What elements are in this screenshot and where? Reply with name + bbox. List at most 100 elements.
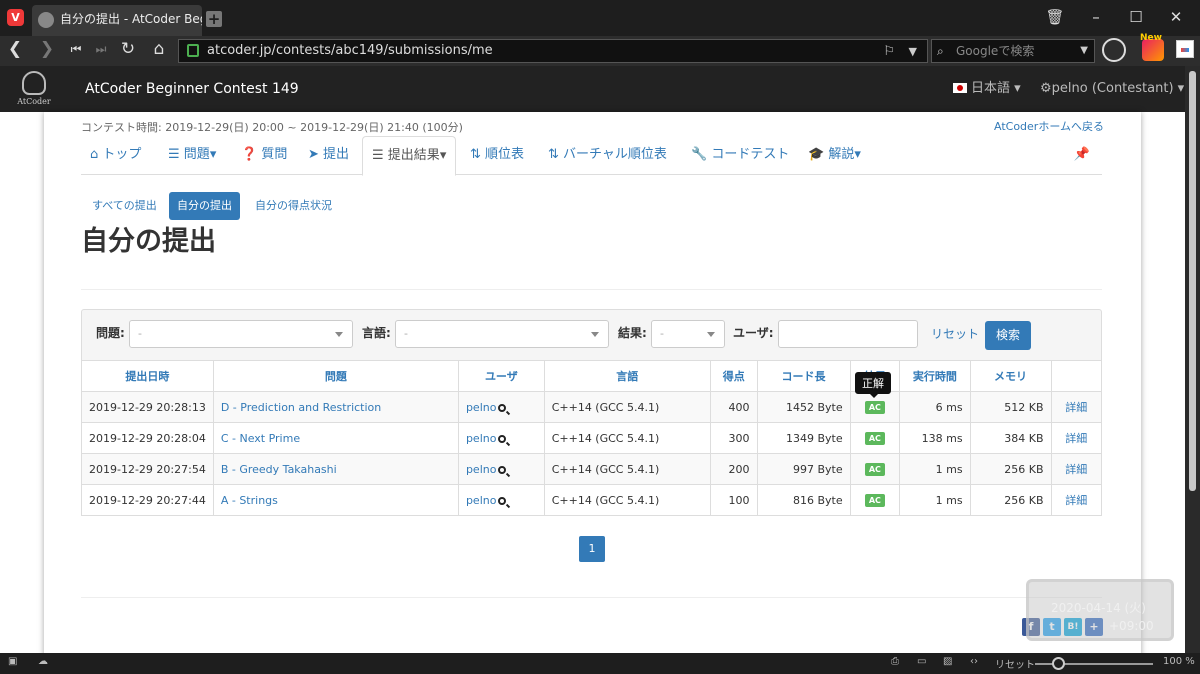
divider: [81, 597, 1102, 598]
rewind-button[interactable]: ⏮: [65, 42, 87, 57]
problem-link[interactable]: B - Greedy Takahashi: [221, 463, 337, 476]
cell-score: 100: [709, 484, 758, 516]
cell-language: C++14 (GCC 5.4.1): [543, 391, 711, 423]
cloud-sync-icon[interactable]: ☁: [38, 656, 48, 667]
user-link[interactable]: pelno: [466, 463, 497, 476]
extension-icon[interactable]: New: [1140, 33, 1164, 61]
col-code-length[interactable]: コード長: [756, 360, 851, 392]
problem-filter-select[interactable]: -: [129, 320, 353, 348]
minimize-button[interactable]: –: [1086, 8, 1106, 26]
detail-link[interactable]: 詳細: [1065, 494, 1087, 507]
zoom-reset-label[interactable]: リセット: [995, 656, 1035, 671]
tab-top[interactable]: ⌂ トップ: [90, 136, 141, 175]
camera-icon[interactable]: ⎙: [891, 656, 899, 667]
select-placeholder: -: [404, 327, 408, 340]
pagination-page-1[interactable]: 1: [579, 536, 605, 562]
url-field[interactable]: atcoder.jp/contests/abc149/submissions/m…: [178, 39, 928, 63]
col-submit-time[interactable]: 提出日時: [81, 360, 214, 392]
cell-language: C++14 (GCC 5.4.1): [543, 453, 711, 485]
pill-all-submissions[interactable]: すべての提出: [84, 192, 165, 220]
tab-standings[interactable]: ⇅ 順位表: [470, 136, 524, 175]
tab-virtual-standings[interactable]: ⇅ バーチャル順位表: [548, 136, 667, 175]
panel-toggle-icon[interactable]: ▣: [8, 656, 17, 667]
table-row: 2019-12-29 20:28:04 C - Next Prime pelno C+…: [81, 422, 1102, 454]
status-badge: AC: [864, 432, 885, 445]
image-icon[interactable]: ▨: [943, 656, 952, 667]
atcoder-home-link[interactable]: AtCoderホームへ戻る: [994, 118, 1104, 134]
cell-submit-time: 2019-12-29 20:28:13: [81, 391, 214, 423]
extension-flag-icon[interactable]: [1176, 40, 1194, 58]
user-menu[interactable]: ⚙pelno (Contestant) ▾: [1040, 66, 1184, 112]
new-tab-button[interactable]: +: [206, 11, 222, 27]
cell-code-length: 1452 Byte: [756, 391, 851, 423]
user-link[interactable]: pelno: [466, 432, 497, 445]
search-engine-field[interactable]: ⌕ Googleで検索 ▼: [931, 39, 1095, 63]
bookmark-icon[interactable]: ⚐: [883, 41, 895, 63]
pill-my-score[interactable]: 自分の得点状況: [247, 192, 340, 220]
tab-editorial[interactable]: 🎓 解説▾: [808, 136, 861, 175]
tab-tasks[interactable]: ☰ 問題▾: [168, 136, 216, 175]
col-exec-time[interactable]: 実行時間: [899, 360, 971, 392]
user-link[interactable]: pelno: [466, 494, 497, 507]
cell-language: C++14 (GCC 5.4.1): [543, 484, 711, 516]
maximize-button[interactable]: ☐: [1126, 8, 1146, 26]
page-scrollbar[interactable]: [1185, 66, 1200, 653]
cell-code-length: 1349 Byte: [756, 422, 851, 454]
fast-forward-button[interactable]: ⏭: [90, 42, 112, 57]
search-icon[interactable]: [498, 434, 507, 443]
caret-down-icon: ▾: [1014, 81, 1021, 96]
result-filter-label: 結果:: [618, 326, 647, 340]
zoom-slider[interactable]: [1035, 657, 1153, 670]
problem-link[interactable]: C - Next Prime: [221, 432, 300, 445]
pin-icon[interactable]: 📌: [1074, 136, 1090, 174]
close-window-button[interactable]: ✕: [1166, 8, 1186, 26]
tab-custom-test[interactable]: 🔧 コードテスト: [691, 136, 789, 175]
tile-icon[interactable]: ▭: [917, 656, 926, 667]
col-memory[interactable]: メモリ: [969, 360, 1052, 392]
language-menu[interactable]: 日本語 ▾: [953, 66, 1021, 112]
result-tooltip: 正解: [855, 372, 891, 398]
reload-button[interactable]: ↻: [117, 39, 139, 59]
url-dropdown-icon[interactable]: ▼: [909, 41, 917, 63]
overlay-timezone: +09:00: [1109, 619, 1154, 633]
cell-detail: 詳細: [1050, 453, 1102, 485]
reset-link[interactable]: リセット: [931, 325, 979, 342]
zoom-slider-knob[interactable]: [1052, 657, 1065, 670]
user-filter-input[interactable]: [778, 320, 918, 348]
browser-tab[interactable]: 自分の提出 - AtCoder Beginner Contest 149: [32, 5, 202, 36]
home-button[interactable]: ⌂: [148, 39, 170, 59]
col-score[interactable]: 得点: [709, 360, 758, 392]
search-icon[interactable]: [498, 403, 507, 412]
tab-submit[interactable]: ➤ 提出: [308, 136, 349, 175]
search-button[interactable]: 検索: [985, 321, 1032, 350]
search-icon[interactable]: [498, 465, 507, 474]
search-icon[interactable]: [498, 496, 507, 505]
code-icon[interactable]: ‹›: [970, 656, 978, 667]
profile-avatar-icon[interactable]: [1102, 38, 1126, 62]
forward-button[interactable]: ❯: [36, 39, 58, 59]
japan-flag-icon: [953, 82, 967, 93]
result-filter-select[interactable]: -: [651, 320, 725, 348]
problem-link[interactable]: D - Prediction and Restriction: [221, 401, 381, 414]
atcoder-logo[interactable]: AtCoder: [14, 69, 54, 109]
tab-clarifications[interactable]: ❓ 質問: [241, 136, 287, 175]
language-filter-label: 言語:: [362, 326, 391, 340]
tab-label: 提出結果: [387, 148, 440, 163]
user-link[interactable]: pelno: [466, 401, 497, 414]
detail-link[interactable]: 詳細: [1065, 432, 1087, 445]
logo-text: AtCoder: [17, 97, 51, 106]
problem-link[interactable]: A - Strings: [221, 494, 278, 507]
language-filter-select[interactable]: -: [395, 320, 609, 348]
tab-results[interactable]: ☰ 提出結果▾: [362, 136, 457, 176]
contest-name[interactable]: AtCoder Beginner Contest 149: [85, 66, 299, 112]
pill-my-submissions[interactable]: 自分の提出: [169, 192, 240, 220]
scrollbar-thumb[interactable]: [1189, 71, 1196, 491]
detail-link[interactable]: 詳細: [1065, 463, 1087, 476]
back-button[interactable]: ❮: [4, 39, 26, 59]
search-dropdown-icon[interactable]: ▼: [1080, 40, 1088, 62]
cell-detail: 詳細: [1050, 391, 1102, 423]
vivaldi-menu-icon[interactable]: V: [7, 9, 24, 26]
detail-link[interactable]: 詳細: [1065, 401, 1087, 414]
trash-icon[interactable]: 🗑: [1045, 8, 1065, 26]
list-icon: ☰: [372, 148, 384, 163]
